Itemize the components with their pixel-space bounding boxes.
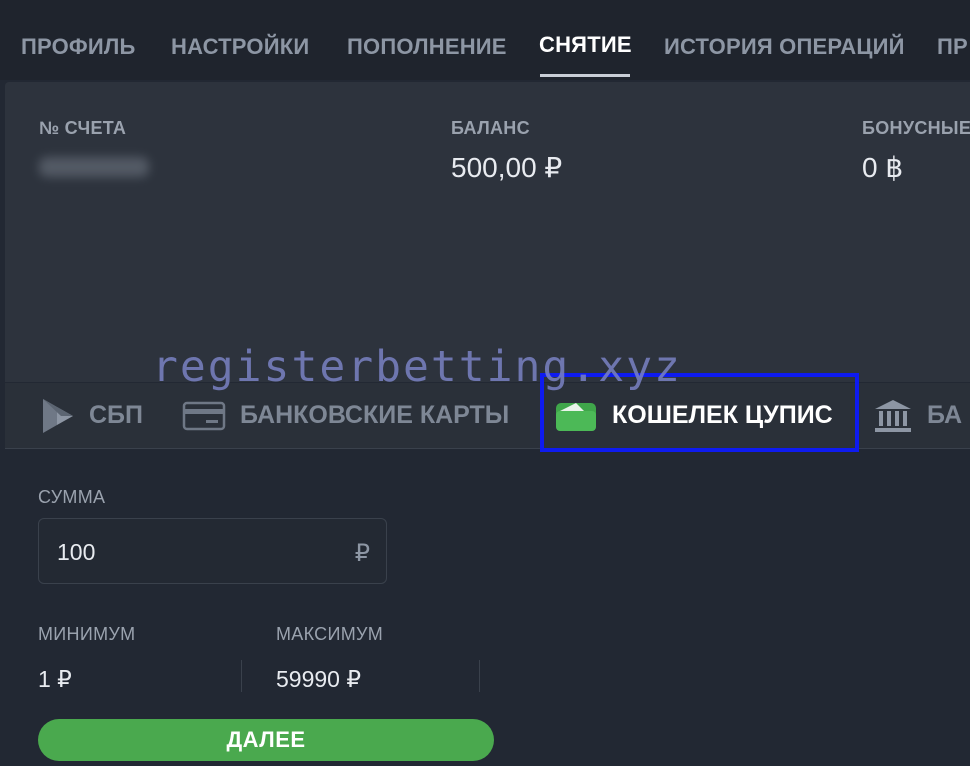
balance-value: 500,00 ₽ bbox=[451, 152, 563, 183]
maximum-label: МАКСИМУМ bbox=[276, 624, 384, 644]
account-number-label: № СЧЕТА bbox=[39, 118, 127, 138]
tab-withdrawal[interactable]: СНЯТИЕ bbox=[539, 32, 632, 58]
method-bank-transfer-label: БА bbox=[927, 401, 963, 429]
method-bank-transfer[interactable]: БА bbox=[873, 383, 962, 448]
maximum-value: 59990 ₽ bbox=[276, 666, 361, 692]
bonus-block: БОНУСНЫЕ 0 ฿ bbox=[862, 118, 970, 184]
amount-field: ₽ bbox=[38, 518, 387, 585]
method-bank-cards-label: БАНКОВСКИЕ КАРТЫ bbox=[240, 401, 510, 429]
method-sbp-label: СБП bbox=[89, 401, 143, 429]
tab-profile[interactable]: ПРОФИЛЬ bbox=[21, 34, 136, 60]
active-tab-indicator bbox=[540, 74, 630, 77]
limits-divider-end bbox=[479, 660, 480, 692]
limits-divider bbox=[241, 660, 242, 692]
watermark-text: registerbetting.xyz bbox=[152, 342, 682, 392]
account-summary-panel: № СЧЕТА БАЛАНС 500,00 ₽ БОНУСНЫЕ 0 ฿ bbox=[5, 82, 970, 382]
balance-label: БАЛАНС bbox=[451, 118, 530, 138]
tab-operations-history[interactable]: ИСТОРИЯ ОПЕРАЦИЙ bbox=[664, 34, 905, 60]
minimum-value: 1 ₽ bbox=[38, 666, 72, 692]
amount-input[interactable] bbox=[55, 519, 339, 585]
amount-currency-symbol: ₽ bbox=[354, 540, 370, 567]
bonus-value: 0 ฿ bbox=[862, 152, 904, 183]
method-sbp[interactable]: СБП bbox=[41, 383, 143, 448]
next-button[interactable]: ДАЛЕЕ bbox=[38, 719, 494, 761]
method-bank-cards[interactable]: БАНКОВСКИЕ КАРТЫ bbox=[182, 383, 509, 448]
sbp-icon bbox=[43, 398, 73, 433]
balance-block: БАЛАНС 500,00 ₽ bbox=[451, 118, 562, 184]
minimum-label: МИНИМУМ bbox=[38, 624, 136, 644]
bonus-label: БОНУСНЫЕ bbox=[862, 118, 970, 138]
top-tab-bar: ПРОФИЛЬ НАСТРОЙКИ ПОПОЛНЕНИЕ СНЯТИЕ ИСТО… bbox=[0, 0, 970, 80]
tab-more-truncated[interactable]: ПР bbox=[937, 34, 968, 60]
account-number-block: № СЧЕТА bbox=[39, 118, 149, 177]
tab-deposit[interactable]: ПОПОЛНЕНИЕ bbox=[347, 34, 507, 60]
account-number-blurred bbox=[39, 157, 149, 177]
tab-settings[interactable]: НАСТРОЙКИ bbox=[171, 34, 309, 60]
bank-building-icon bbox=[875, 399, 911, 432]
bank-card-icon bbox=[182, 401, 226, 430]
amount-label: СУММА bbox=[38, 487, 106, 507]
